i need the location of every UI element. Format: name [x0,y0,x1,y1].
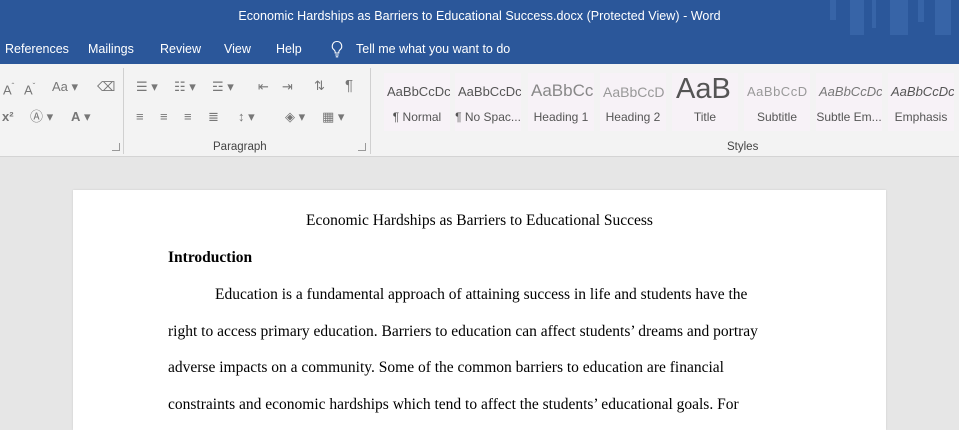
bullets-icon[interactable]: ☰ ▾ [136,80,158,94]
style-sample: AaBbCc [531,81,594,100]
style-sample: AaBbCcDc [387,84,450,99]
sort-icon[interactable]: ⇅ [314,79,325,93]
style-heading-2[interactable]: AaBbCcD Heading 2 [600,73,666,131]
style-subtle-emphasis[interactable]: AaBbCcDc Subtle Em... [816,73,882,131]
font-color-icon[interactable]: A ▾ [71,110,91,124]
style-sample: AaBbCcDc [458,84,521,99]
styles-group-label: Styles [727,141,759,153]
style-heading-1[interactable]: AaBbCc Heading 1 [528,73,594,131]
increase-indent-icon[interactable]: ⇥ [282,80,293,94]
tab-review[interactable]: Review [160,42,201,56]
style-sample: AaBbCcD [747,84,808,99]
title-bar: Economic Hardships as Barriers to Educat… [0,0,959,35]
ribbon-separator [370,68,371,154]
style-name: Heading 2 [605,110,661,124]
window-title: Economic Hardships as Barriers to Educat… [238,9,721,23]
document-heading: Introduction [168,249,253,266]
style-sample: AaBbCcDc [891,84,954,99]
paragraph-group-label: Paragraph [213,141,267,153]
decrease-indent-icon[interactable]: ⇤ [258,80,269,94]
tell-me-search[interactable]: Tell me what you want to do [356,42,510,56]
center-icon[interactable]: ≡ [160,110,168,124]
ribbon: Aˆ Aˇ Aa ▾ ⌫ x² Ⓐ ▾ A ▾ ☰ ▾ ☷ ▾ ☲ ▾ ⇤ ⇥ … [0,64,959,157]
style-name: Title [693,110,717,124]
style-title[interactable]: AaB Title [672,73,738,131]
style-name: ¶ Normal [392,110,442,124]
style-name: Heading 1 [533,110,589,124]
shading-icon[interactable]: ◈ ▾ [285,110,305,124]
style-sample: AaB [676,73,731,105]
style-no-spacing[interactable]: AaBbCcDc ¶ No Spac... [455,73,521,131]
text-effects-icon[interactable]: Ⓐ ▾ [30,110,53,124]
paragraph-dialog-launcher-icon[interactable] [358,143,366,151]
style-name: Emphasis [894,110,948,124]
paragraph-line: adverse impacts on a community. Some of … [168,359,724,376]
style-sample: AaBbCcDc [819,84,882,99]
style-emphasis[interactable]: AaBbCcDc Emphasis [888,73,954,131]
multilevel-list-icon[interactable]: ☲ ▾ [212,80,234,94]
show-formatting-marks-icon[interactable]: ¶ [345,78,353,93]
ribbon-separator [123,68,124,154]
paragraph-line: Education is a fundamental approach of a… [215,286,748,303]
ribbon-tabs: References Mailings Review View Help Tel… [0,35,959,64]
style-sample: AaBbCcD [603,84,665,100]
align-left-icon[interactable]: ≡ [136,110,144,124]
align-right-icon[interactable]: ≡ [184,110,192,124]
numbering-icon[interactable]: ☷ ▾ [174,80,196,94]
style-name: ¶ No Spac... [455,110,521,124]
shrink-font-icon[interactable]: Aˇ [24,80,35,97]
borders-icon[interactable]: ▦ ▾ [322,110,344,124]
tab-help[interactable]: Help [276,42,302,56]
font-dialog-launcher-icon[interactable] [112,143,120,151]
paragraph-line: constraints and economic hardships which… [168,396,739,413]
style-name: Subtle Em... [816,110,882,124]
clear-formatting-icon[interactable]: ⌫ [97,80,115,94]
paragraph-line: right to access primary education. Barri… [168,323,758,340]
justify-icon[interactable]: ≣ [208,110,219,124]
tab-view[interactable]: View [224,42,251,56]
tab-mailings[interactable]: Mailings [88,42,134,56]
grow-font-icon[interactable]: Aˆ [3,80,14,97]
superscript-icon[interactable]: x² [2,110,14,124]
lightbulb-icon[interactable] [330,40,344,58]
document-title: Economic Hardships as Barriers to Educat… [306,212,653,229]
document-page[interactable]: Economic Hardships as Barriers to Educat… [73,190,886,430]
style-name: Subtitle [756,110,798,124]
change-case-icon[interactable]: Aa ▾ [52,80,78,94]
tab-references[interactable]: References [5,42,69,56]
style-normal[interactable]: AaBbCcDc ¶ Normal [384,73,450,131]
line-spacing-icon[interactable]: ↕ ▾ [238,110,255,124]
style-subtitle[interactable]: AaBbCcD Subtitle [744,73,810,131]
